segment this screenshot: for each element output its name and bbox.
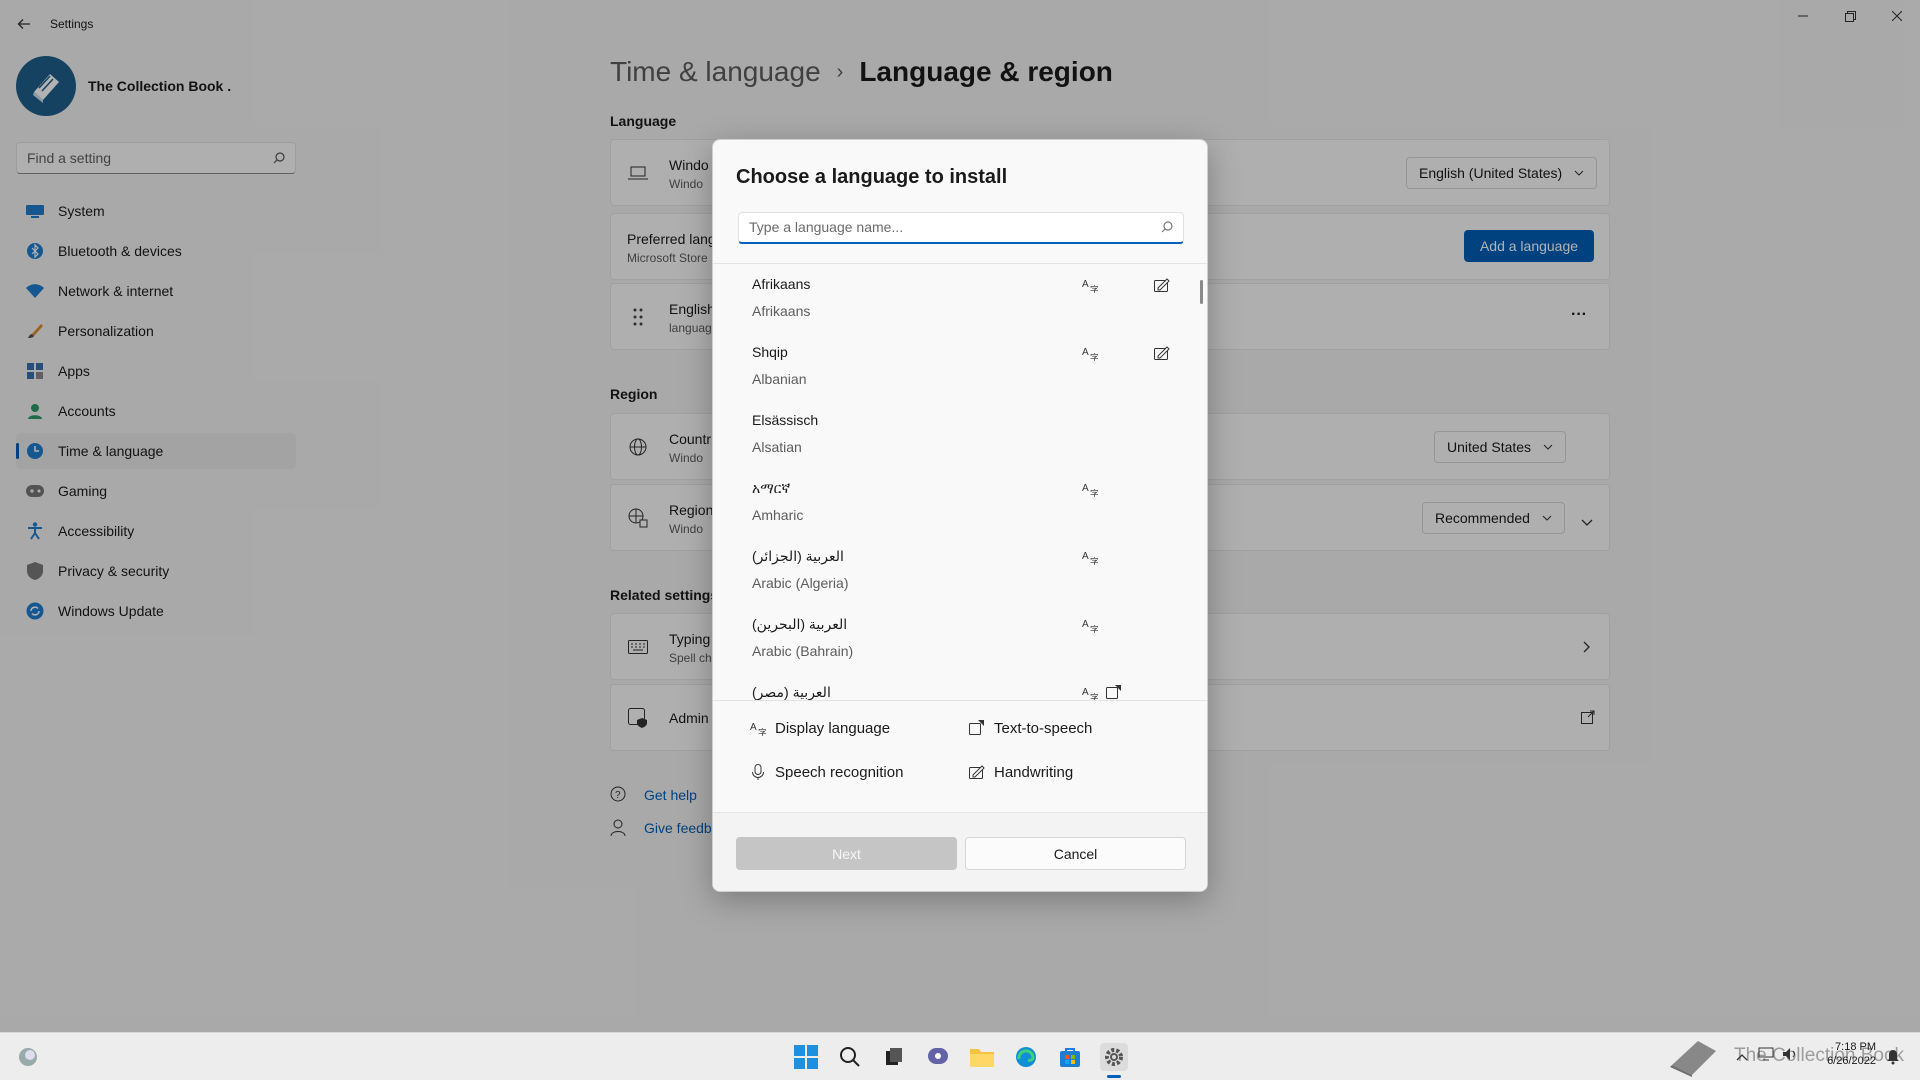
svg-text:字: 字 — [1090, 624, 1098, 633]
cancel-button[interactable]: Cancel — [965, 837, 1186, 870]
svg-text:字: 字 — [758, 727, 766, 736]
legend-handwriting: Handwriting — [968, 763, 1073, 781]
svg-text:A: A — [750, 722, 757, 733]
handwriting-icon — [968, 763, 986, 781]
language-native-name: አማርኛ — [752, 480, 791, 496]
language-english-name: Albanian — [752, 371, 807, 387]
edge-button[interactable] — [1012, 1043, 1040, 1071]
microphone-icon — [749, 763, 767, 781]
svg-text:A: A — [1082, 347, 1089, 358]
list-item[interactable]: العربية (الجزائر) Arabic (Algeria) A字 — [713, 536, 1207, 604]
edge-icon — [1016, 1047, 1036, 1067]
svg-text:字: 字 — [1090, 556, 1098, 565]
clock[interactable]: 7:18 PM 6/26/2022 — [1816, 1040, 1876, 1068]
language-native-name: العربية (البحرين) — [752, 616, 848, 632]
start-button[interactable] — [792, 1043, 820, 1071]
legend-speech-recognition: Speech recognition — [749, 763, 903, 781]
list-scrollbar[interactable] — [1200, 280, 1203, 304]
file-explorer-button[interactable] — [968, 1043, 996, 1071]
handwriting-icon — [1153, 344, 1171, 362]
clock-date: 6/26/2022 — [1827, 1055, 1876, 1067]
language-search-input[interactable] — [739, 213, 1139, 241]
language-list[interactable]: Afrikaans Afrikaans A字 Shqip Albanian A字… — [713, 264, 1207, 700]
display-language-icon: A字 — [1081, 684, 1099, 700]
list-item[interactable]: العربية (مصر) A字 — [713, 672, 1207, 700]
list-item[interactable]: አማርኛ Amharic A字 — [713, 468, 1207, 536]
search-icon — [1161, 221, 1173, 233]
language-english-name: Arabic (Algeria) — [752, 575, 849, 591]
display-language-icon: A字 — [749, 719, 767, 737]
choose-language-dialog: Choose a language to install Afrikaans A… — [712, 139, 1208, 892]
feature-legend: A字 Display language Text-to-speech Speec… — [713, 700, 1207, 812]
svg-text:A: A — [1082, 279, 1089, 290]
display-language-icon: A字 — [1081, 616, 1099, 634]
tray-chevron-up-icon[interactable] — [1736, 1048, 1748, 1066]
svg-text:字: 字 — [1090, 488, 1098, 497]
watermark-book-icon — [1668, 1037, 1720, 1080]
store-button[interactable] — [1056, 1043, 1084, 1071]
active-app-indicator — [1107, 1075, 1121, 1078]
display-language-icon: A字 — [1081, 276, 1099, 294]
search-icon — [840, 1047, 860, 1067]
svg-text:字: 字 — [1090, 284, 1098, 293]
svg-text:A: A — [1082, 687, 1089, 698]
svg-text:字: 字 — [1090, 352, 1098, 361]
folder-icon — [970, 1049, 994, 1067]
language-search[interactable] — [738, 212, 1184, 244]
language-native-name: Elsässisch — [752, 412, 819, 428]
display-language-icon: A字 — [1081, 548, 1099, 566]
language-english-name: Afrikaans — [752, 303, 811, 319]
text-to-speech-icon — [968, 719, 986, 737]
list-item[interactable]: Afrikaans Afrikaans A字 — [713, 264, 1207, 332]
network-icon[interactable] — [1758, 1047, 1774, 1066]
handwriting-icon — [1153, 276, 1171, 294]
language-english-name: Arabic (Bahrain) — [752, 643, 854, 659]
dialog-title: Choose a language to install — [736, 166, 1008, 188]
list-item[interactable]: Shqip Albanian A字 — [713, 332, 1207, 400]
svg-text:A: A — [1082, 551, 1089, 562]
search-taskbar-button[interactable] — [836, 1043, 864, 1071]
store-icon — [1060, 1048, 1080, 1067]
language-native-name: Shqip — [752, 344, 788, 360]
svg-text:A: A — [1082, 483, 1089, 494]
chat-button[interactable] — [924, 1043, 952, 1071]
legend-display-language: A字 Display language — [749, 719, 890, 737]
task-view-icon — [886, 1048, 902, 1065]
text-to-speech-icon — [1105, 684, 1123, 700]
notification-icon[interactable] — [1886, 1049, 1900, 1070]
dialog-footer: Next Cancel — [713, 812, 1207, 891]
settings-taskbar-button[interactable] — [1100, 1043, 1128, 1071]
legend-text-to-speech: Text-to-speech — [968, 719, 1092, 737]
widgets-icon[interactable] — [14, 1043, 42, 1071]
gear-icon — [1105, 1048, 1123, 1066]
list-item[interactable]: العربية (البحرين) Arabic (Bahrain) A字 — [713, 604, 1207, 672]
legend-label: Text-to-speech — [994, 719, 1093, 737]
display-language-icon: A字 — [1081, 480, 1099, 498]
windows-logo-icon — [794, 1045, 818, 1069]
language-english-name: Amharic — [752, 507, 804, 523]
taskbar: The Collection Book 7:18 PM 6/26/2022 — [0, 1032, 1920, 1080]
legend-label: Handwriting — [994, 763, 1074, 781]
teams-chat-icon — [928, 1048, 948, 1064]
clock-time: 7:18 PM — [1835, 1041, 1876, 1053]
language-native-name: العربية (الجزائر) — [752, 548, 844, 564]
legend-label: Speech recognition — [775, 763, 904, 781]
legend-label: Display language — [775, 719, 891, 737]
system-tray — [1736, 1047, 1798, 1066]
task-view-button[interactable] — [880, 1043, 908, 1071]
language-native-name: Afrikaans — [752, 276, 811, 292]
language-english-name: Alsatian — [752, 439, 802, 455]
svg-text:A: A — [1082, 619, 1089, 630]
language-native-name: العربية (مصر) — [752, 684, 831, 700]
svg-text:字: 字 — [1090, 692, 1098, 700]
list-item[interactable]: Elsässisch Alsatian — [713, 400, 1207, 468]
display-language-icon: A字 — [1081, 344, 1099, 362]
volume-icon[interactable] — [1782, 1047, 1798, 1066]
next-button[interactable]: Next — [736, 837, 957, 870]
